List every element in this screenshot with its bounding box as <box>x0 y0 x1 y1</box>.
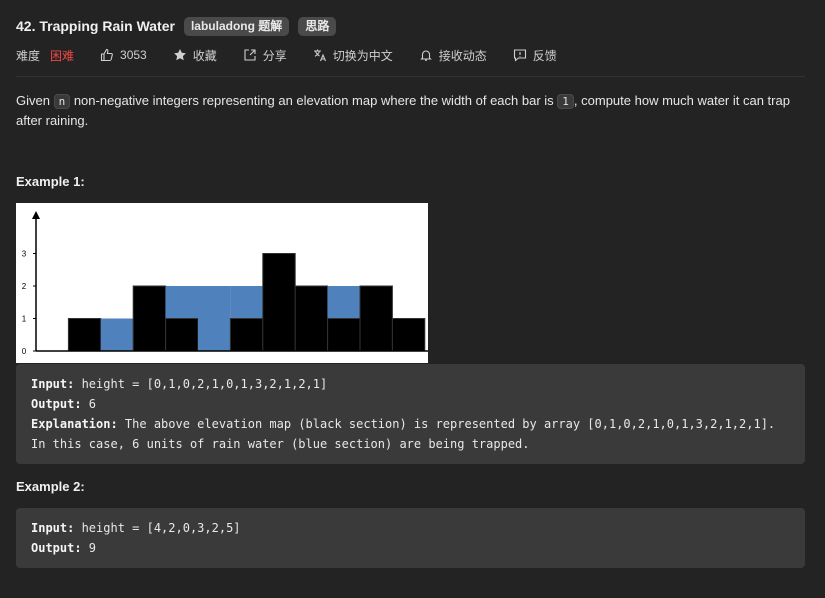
notify-button[interactable]: 接收动态 <box>419 47 487 64</box>
example1-input-label: Input: <box>31 377 75 391</box>
elevation-bar <box>391 318 426 352</box>
meta-bar: 难度 困难 3053 收藏 分享 切换为中文 接收动态 反馈 <box>16 45 583 65</box>
example1-code-block: Input: height = [0,1,0,2,1,0,1,3,2,1,2,1… <box>16 364 805 464</box>
water-bar <box>230 286 263 319</box>
example1-output-value: 6 <box>81 397 97 411</box>
difficulty: 难度 困难 <box>16 47 74 64</box>
share-button[interactable]: 分享 <box>243 47 287 64</box>
star-icon <box>173 48 187 62</box>
example2-input-value: height = [4,2,0,3,2,5] <box>74 521 241 535</box>
share-icon <box>243 48 257 62</box>
water-bar <box>100 318 134 351</box>
example2-output-line: Output: 9 <box>31 538 790 558</box>
example2-title: Example 2: <box>16 479 85 494</box>
inline-code-1: 1 <box>557 94 574 109</box>
elevation-chart-svg: 0 1 2 3 <box>22 211 428 356</box>
difficulty-value: 困难 <box>50 48 75 63</box>
y-axis-arrow <box>32 211 40 219</box>
problem-description: Given n non-negative integers representi… <box>16 91 806 130</box>
desc-text-1: Given <box>16 93 54 108</box>
example1-input-line: Input: height = [0,1,0,2,1,0,1,3,2,1,2,1… <box>31 374 790 394</box>
example2-output-value: 9 <box>81 541 97 555</box>
example1-output-label: Output: <box>31 397 82 411</box>
notify-label: 接收动态 <box>438 48 487 63</box>
inline-code-n: n <box>53 94 71 109</box>
example1-explanation-line: Explanation: The above elevation map (bl… <box>31 414 790 454</box>
example2-input-label: Input: <box>31 521 75 535</box>
difficulty-label: 难度 <box>16 48 41 63</box>
example1-output-line: Output: 6 <box>31 394 790 414</box>
example1-explanation-label: Explanation: <box>31 417 118 431</box>
switch-language-label: 切换为中文 <box>332 48 393 63</box>
translate-icon <box>313 48 327 62</box>
elevation-bar <box>67 318 102 352</box>
elevation-bar <box>327 318 361 352</box>
water-bar <box>165 286 198 319</box>
y-tick-label: 3 <box>22 250 27 259</box>
feedback-label: 反馈 <box>532 48 557 63</box>
water-bar <box>327 286 360 319</box>
tag-labuladong[interactable]: labuladong 题解 <box>183 16 290 36</box>
elevation-bar <box>262 253 296 352</box>
elevation-bar <box>229 318 264 352</box>
desc-text-2: non-negative integers representing an el… <box>70 93 558 108</box>
elevation-bar <box>294 285 329 352</box>
example2-output-label: Output: <box>31 541 82 555</box>
elevation-bar <box>132 285 167 352</box>
favorite-button[interactable]: 收藏 <box>173 47 217 64</box>
y-tick-label: 1 <box>22 315 27 324</box>
like-count: 3053 <box>120 48 147 62</box>
thumbs-up-icon <box>100 48 114 62</box>
example2-input-line: Input: height = [4,2,0,3,2,5] <box>31 518 790 538</box>
water-bar <box>198 286 231 351</box>
like-button[interactable]: 3053 <box>100 48 147 62</box>
problem-title: 42. Trapping Rain Water <box>16 18 175 34</box>
bell-icon <box>419 48 433 62</box>
y-tick-label: 0 <box>22 347 27 356</box>
share-label: 分享 <box>262 48 287 63</box>
y-tick-label: 2 <box>22 282 27 291</box>
example2-code-block: Input: height = [4,2,0,3,2,5] Output: 9 <box>16 508 805 568</box>
feedback-button[interactable]: 反馈 <box>513 47 557 64</box>
tag-hint[interactable]: 思路 <box>298 16 337 36</box>
elevation-chart: 0 1 2 3 <box>16 203 428 363</box>
switch-language-button[interactable]: 切换为中文 <box>313 47 393 64</box>
divider <box>16 76 805 77</box>
favorite-label: 收藏 <box>192 48 217 63</box>
example1-explanation-value: The above elevation map (black section) … <box>31 417 783 451</box>
title-row: 42. Trapping Rain Water labuladong 题解 思路 <box>16 15 345 37</box>
example1-title: Example 1: <box>16 174 85 189</box>
feedback-icon <box>513 48 527 62</box>
example1-input-value: height = [0,1,0,2,1,0,1,3,2,1,2,1] <box>74 377 328 391</box>
elevation-bar <box>165 318 199 352</box>
elevation-bar <box>359 285 393 352</box>
